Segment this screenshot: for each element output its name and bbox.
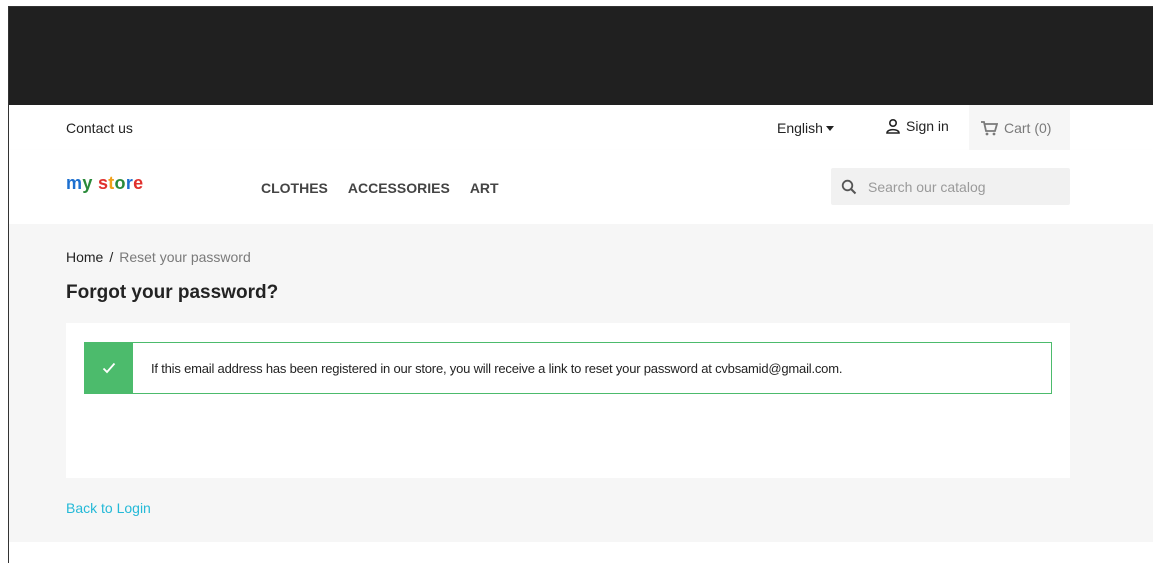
- main-header: my store CLOTHES ACCESSORIES ART: [9, 150, 1153, 224]
- menu-item-art[interactable]: ART: [470, 180, 499, 196]
- alert-message: If this email address has been registere…: [151, 360, 843, 376]
- back-to-login-link[interactable]: Back to Login: [66, 500, 151, 516]
- top-nav: Contact us English Sign in Cart (0): [9, 105, 1153, 151]
- cart-label: Cart (0): [1004, 119, 1052, 136]
- language-selector[interactable]: English: [777, 120, 834, 136]
- main-content: Home / Reset your password Forgot your pas…: [9, 224, 1153, 542]
- search-icon[interactable]: [841, 179, 857, 195]
- page-title: Forgot your password?: [66, 282, 279, 303]
- search-input[interactable]: [866, 177, 1060, 196]
- check-icon: [85, 343, 133, 393]
- breadcrumb: Home / Reset your password: [66, 249, 251, 265]
- signin-label: Sign in: [906, 118, 949, 134]
- menu-item-clothes[interactable]: CLOTHES: [261, 180, 328, 196]
- category-menu: CLOTHES ACCESSORIES ART: [261, 180, 499, 196]
- contact-link[interactable]: Contact us: [66, 120, 133, 136]
- breadcrumb-current: Reset your password: [119, 249, 251, 265]
- signin-link[interactable]: Sign in: [885, 118, 949, 134]
- top-banner: [9, 7, 1153, 105]
- cart-button[interactable]: Cart (0): [969, 105, 1070, 150]
- content-card: If this email address has been registere…: [66, 323, 1070, 478]
- store-logo[interactable]: my store: [66, 173, 143, 194]
- language-label: English: [777, 120, 823, 136]
- breadcrumb-home[interactable]: Home: [66, 249, 103, 265]
- browser-viewport: Contact us English Sign in Cart (0) my s…: [8, 6, 1153, 563]
- search-box: [831, 168, 1070, 205]
- cart-icon: [981, 120, 998, 135]
- caret-down-icon: [825, 125, 834, 131]
- user-icon: [886, 118, 900, 134]
- breadcrumb-separator: /: [109, 249, 114, 265]
- success-alert: If this email address has been registere…: [84, 342, 1052, 394]
- menu-item-accessories[interactable]: ACCESSORIES: [348, 180, 450, 196]
